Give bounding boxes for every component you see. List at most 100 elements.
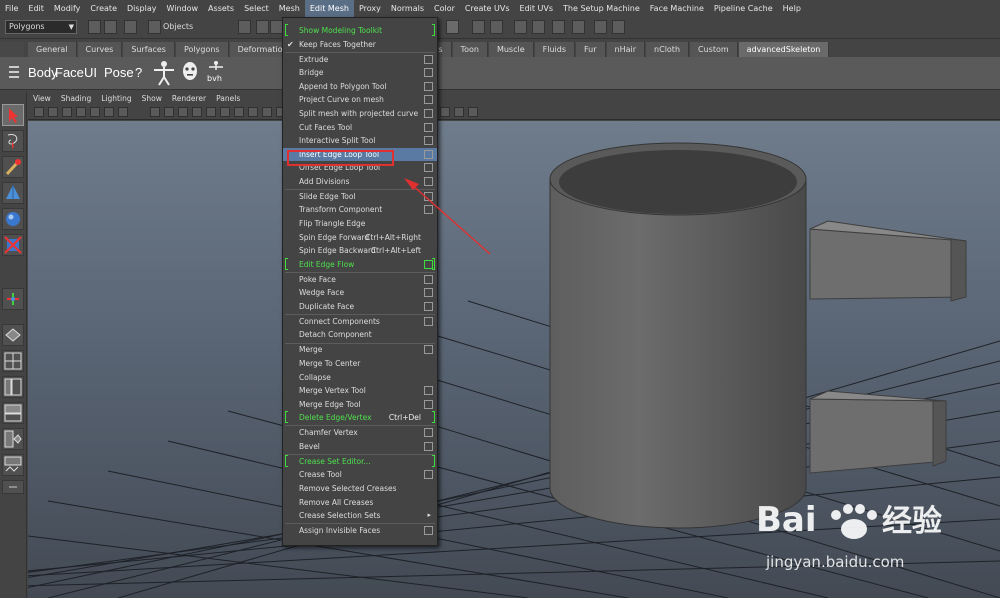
render-settings-icon[interactable] [552,20,565,34]
help-icon[interactable] [446,20,459,34]
shelf-options-icon[interactable] [8,63,20,83]
menu-edit[interactable]: Edit [23,0,49,17]
text-icon[interactable] [248,107,258,117]
menu-item-collapse[interactable]: Collapse [283,371,437,384]
menu-item-offset-edge-loop-tool[interactable]: Offset Edge Loop Tool [283,161,437,174]
outliner-layout-icon[interactable] [2,376,24,398]
graph-layout-icon[interactable] [2,402,24,424]
option-box-icon[interactable] [424,526,433,535]
wireframe-icon[interactable] [234,107,244,117]
film-gate-icon[interactable] [150,107,160,117]
safe-title-icon[interactable] [220,107,230,117]
single-layout-icon[interactable] [2,324,24,346]
paint-select-tool-icon[interactable] [2,156,24,178]
four-view-layout-icon[interactable] [2,350,24,372]
camera-icon[interactable] [594,20,607,34]
manipulator-tool-icon[interactable] [2,288,24,310]
menu-item-spin-edge-backward[interactable]: Spin Edge Backward Ctrl+Alt+Left [283,244,437,257]
menu-item-extrude[interactable]: Extrude [283,53,437,66]
ipr-render-icon[interactable] [532,20,545,34]
menu-item-show-modeling-toolkit[interactable]: Show Modeling Toolkit [283,24,437,37]
menu-item-insert-edge-loop-tool[interactable]: Insert Edge Loop Tool [283,147,437,161]
safe-action-icon[interactable] [206,107,216,117]
menu-face-machine[interactable]: Face Machine [645,0,709,17]
select-hierarchy-icon[interactable] [238,20,251,34]
menu-window[interactable]: Window [162,0,204,17]
option-box-icon[interactable] [424,191,433,201]
option-box-icon[interactable] [424,399,433,409]
smooth-shade-icon[interactable] [262,107,272,117]
shelf-tab-custom[interactable]: Custom [690,42,738,57]
bookmark-icon[interactable] [62,107,72,117]
menu-item-crease-selection-sets[interactable]: Crease Selection Sets ▸ [283,509,437,522]
menu-item-crease-set-editor[interactable]: Crease Set Editor... [283,454,437,468]
menu-item-merge[interactable]: Merge [283,343,437,356]
panel-menu-view[interactable]: View [28,94,56,103]
menu-display[interactable]: Display [122,0,162,17]
shelf-tab-nhair[interactable]: nHair [606,42,646,57]
option-box-icon[interactable] [424,428,433,438]
shelf-tab-advancedskeleton[interactable]: advancedSkeleton [738,42,830,57]
panel-menu-panels[interactable]: Panels [211,94,245,103]
menu-item-add-divisions[interactable]: Add Divisions [283,175,437,188]
lasso-tool-icon[interactable] [2,130,24,152]
menu-item-merge-to-center[interactable]: Merge To Center [283,357,437,370]
shelf-tab-ncloth[interactable]: nCloth [646,42,690,57]
panel-menu-renderer[interactable]: Renderer [167,94,211,103]
rotate-tool-icon[interactable] [2,208,24,230]
shelf-tab-toon[interactable]: Toon [452,42,488,57]
option-box-icon[interactable] [424,68,433,78]
render-view-icon[interactable] [612,20,625,34]
face-mask-icon[interactable] [182,61,198,81]
new-scene-icon[interactable] [88,20,101,34]
menu-item-wedge-face[interactable]: Wedge Face [283,286,437,299]
toolbox-collapse-icon[interactable] [2,480,24,494]
image-plane-icon[interactable] [76,107,86,117]
menu-item-split-mesh-with-projected-curve[interactable]: Split mesh with projected curve [283,107,437,120]
render-icon[interactable] [514,20,527,34]
menu-item-flip-triangle-edge[interactable]: Flip Triangle Edge [283,217,437,230]
option-box-icon[interactable] [424,81,433,91]
select-tool-icon[interactable] [2,104,24,126]
isolate-icon[interactable] [454,107,464,117]
menu-item-chamfer-vertex[interactable]: Chamfer Vertex [283,426,437,439]
xray-icon[interactable] [440,107,450,117]
script-layout-icon[interactable] [2,454,24,476]
option-box-icon[interactable] [424,386,433,396]
menu-item-remove-all-creases[interactable]: Remove All Creases [283,496,437,509]
shelf-body-button[interactable]: Body [28,65,58,80]
camera-attr-icon[interactable] [48,107,58,117]
menu-item-interactive-split-tool[interactable]: Interactive Split Tool [283,134,437,147]
menu-normals[interactable]: Normals [386,0,429,17]
menu-assets[interactable]: Assets [203,0,239,17]
scale-tool-icon[interactable] [2,234,24,256]
menu-item-delete-edge-vertex[interactable]: Delete Edge/Vertex Ctrl+Del [283,411,437,424]
option-box-icon[interactable] [424,149,433,159]
menu-item-project-curve-on-mesh[interactable]: Project Curve on mesh [283,93,437,106]
option-box-icon[interactable] [424,122,433,132]
menu-item-cut-faces-tool[interactable]: Cut Faces Tool [283,121,437,134]
snap-grid-icon[interactable] [472,20,485,34]
menu-item-merge-edge-tool[interactable]: Merge Edge Tool [283,398,437,411]
shelf-bvh-button[interactable]: bvh [207,74,222,83]
grid-toggle-icon[interactable] [118,107,128,117]
menu-item-bridge[interactable]: Bridge [283,66,437,79]
save-scene-icon[interactable] [124,20,137,34]
panel-menu-shading[interactable]: Shading [56,94,96,103]
menu-proxy[interactable]: Proxy [354,0,386,17]
option-box-icon[interactable] [424,441,433,451]
menu-item-slide-edge-tool[interactable]: Slide Edge Tool [283,190,437,203]
menu-edit-uvs[interactable]: Edit UVs [515,0,559,17]
option-box-icon[interactable] [424,470,433,480]
menu-item-append-to-polygon-tool[interactable]: Append to Polygon Tool [283,80,437,93]
option-box-icon[interactable] [424,316,433,326]
two-d-pan-icon[interactable] [90,107,100,117]
move-tool-icon[interactable] [2,182,24,204]
menu-item-transform-component[interactable]: Transform Component [283,203,437,216]
option-box-icon[interactable] [424,95,433,105]
open-scene-icon[interactable] [104,20,117,34]
menu-item-connect-components[interactable]: Connect Components [283,315,437,328]
shelf-tab-surfaces[interactable]: Surfaces [123,42,175,57]
shelf-tab-muscle[interactable]: Muscle [488,42,534,57]
shelf-tab-polygons[interactable]: Polygons [175,42,229,57]
